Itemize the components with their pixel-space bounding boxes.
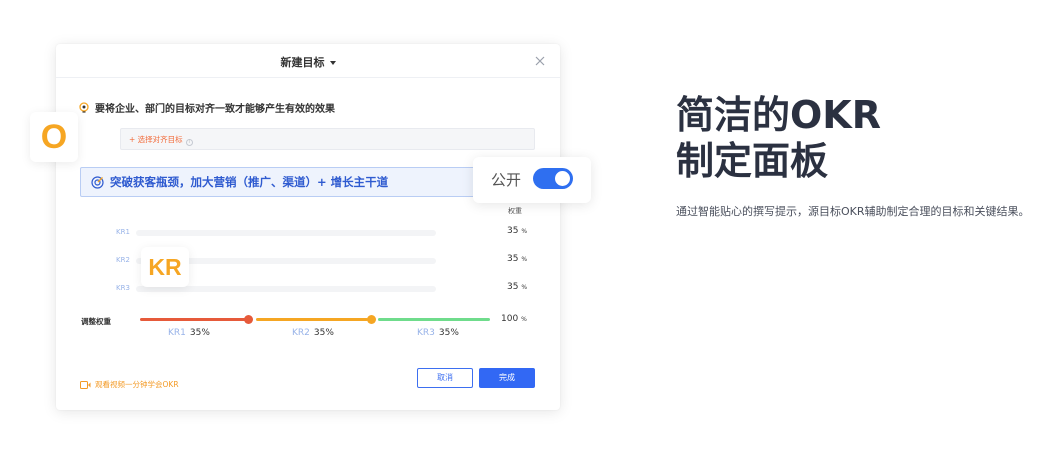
objective-field[interactable]: 突破获客瓶颈，加大营销（推广、渠道）+ 增长主干道 xyxy=(80,167,535,197)
kr-row[interactable]: KR1 35 % xyxy=(100,226,530,246)
alignment-hint: 要将企业、部门的目标对齐一致才能够产生有效的效果 xyxy=(78,100,335,115)
kr-label: KR1 xyxy=(116,228,130,236)
toggle-knob xyxy=(555,171,570,186)
caret-down-icon xyxy=(329,61,336,65)
headline-line-2: 制定面板 xyxy=(676,139,829,183)
kr-label: KR2 xyxy=(116,256,130,264)
align-placeholder: + 选择对齐目标 xyxy=(129,135,183,144)
weight-slider-handle[interactable] xyxy=(244,315,253,324)
feature-description: 通过智能贴心的撰写提示，源目标OKR辅助制定合理的目标和关键结果。 xyxy=(676,205,1030,218)
watch-video-link[interactable]: 观看视频一分钟学会OKR xyxy=(80,379,179,390)
segment-label-kr2: KR2 35% xyxy=(292,328,334,338)
weight-column-header: 权重 xyxy=(508,207,522,215)
headline-line-1: 简洁的OKR xyxy=(676,93,882,137)
objective-badge: O xyxy=(30,112,78,162)
segment-label-kr3: KR3 35% xyxy=(417,328,459,338)
public-toggle[interactable] xyxy=(533,168,573,189)
cancel-button[interactable]: 取消 xyxy=(417,368,473,388)
adjust-weight-label: 调整权重 xyxy=(81,317,111,326)
segment-label-kr1: KR1 35% xyxy=(168,328,210,338)
close-icon[interactable] xyxy=(534,55,546,67)
kr-badge: KR xyxy=(141,247,189,287)
weight-segment-kr2 xyxy=(256,318,368,321)
lightbulb-icon xyxy=(79,101,89,113)
weight-segment-kr3 xyxy=(378,318,490,321)
done-button[interactable]: 完成 xyxy=(479,368,535,388)
objective-text: 突破获客瓶颈，加大营销（推广、渠道）+ 增长主干道 xyxy=(110,175,389,189)
select-align-goal[interactable]: + 选择对齐目标 i xyxy=(120,128,535,150)
kr-input[interactable] xyxy=(136,230,436,236)
modal-title: 新建目标 xyxy=(280,56,325,69)
new-goal-modal: 新建目标 要将企业、部门的目标对齐一致才能够产生有效的效果 + 选择对齐目标 i … xyxy=(56,44,560,410)
weight-total: 100 % xyxy=(501,314,527,324)
modal-header: 新建目标 xyxy=(56,44,560,78)
weight-segment-kr1 xyxy=(140,318,246,321)
target-icon xyxy=(91,175,104,189)
hint-text: 要将企业、部门的目标对齐一致才能够产生有效的效果 xyxy=(95,104,335,115)
kr-weight[interactable]: 35 % xyxy=(507,254,527,264)
weight-slider-handle[interactable] xyxy=(367,315,376,324)
kr-row[interactable]: KR3 35 % xyxy=(100,282,530,302)
video-link-text: 观看视频一分钟学会OKR xyxy=(95,380,179,389)
public-label: 公开 xyxy=(491,171,522,189)
feature-headline: 简洁的OKR 制定面板 xyxy=(676,92,881,184)
public-toggle-card: 公开 xyxy=(473,157,591,203)
kr-weight[interactable]: 35 % xyxy=(507,282,527,292)
modal-title-dropdown[interactable]: 新建目标 xyxy=(56,54,560,70)
kr-label: KR3 xyxy=(116,284,130,292)
kr-weight[interactable]: 35 % xyxy=(507,226,527,236)
info-icon: i xyxy=(185,139,193,146)
video-icon xyxy=(80,380,91,389)
